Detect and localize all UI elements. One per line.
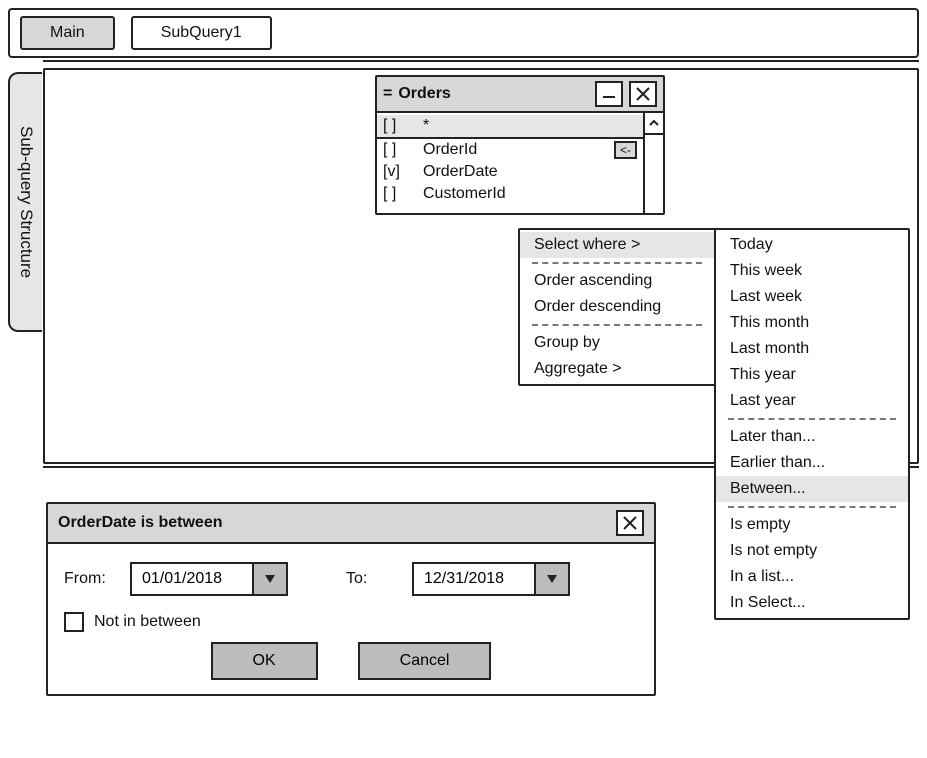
tab-subquery1[interactable]: SubQuery1 bbox=[131, 16, 272, 50]
cancel-button[interactable]: Cancel bbox=[358, 642, 492, 680]
checkbox-icon[interactable]: [ ] bbox=[383, 185, 417, 203]
scroll-track[interactable] bbox=[645, 135, 663, 213]
column-list: [ ] * [ ] OrderId <- [v] OrderDate bbox=[377, 113, 643, 213]
dialog-titlebar[interactable]: OrderDate is between bbox=[48, 504, 654, 544]
checkbox-icon[interactable]: [ ] bbox=[383, 117, 417, 135]
menu-today[interactable]: Today bbox=[716, 232, 908, 258]
column-scrollbar[interactable] bbox=[643, 113, 663, 213]
table-window-titlebar[interactable]: = Orders bbox=[377, 77, 663, 113]
primary-key-icon: <- bbox=[614, 141, 637, 159]
column-row-orderdate[interactable]: [v] OrderDate bbox=[377, 161, 643, 183]
menu-this-year[interactable]: This year bbox=[716, 362, 908, 388]
column-name: OrderDate bbox=[423, 163, 498, 181]
menu-earlier-than[interactable]: Earlier than... bbox=[716, 450, 908, 476]
to-date-input[interactable] bbox=[414, 564, 534, 594]
from-date-combo[interactable] bbox=[130, 562, 288, 596]
menu-separator bbox=[728, 506, 896, 508]
menu-order-ascending[interactable]: Order ascending bbox=[520, 268, 714, 294]
ok-button[interactable]: OK bbox=[211, 642, 318, 680]
column-row-customerid[interactable]: [ ] CustomerId bbox=[377, 183, 643, 205]
dropdown-icon[interactable] bbox=[252, 564, 286, 594]
menu-last-month[interactable]: Last month bbox=[716, 336, 908, 362]
menu-is-not-empty[interactable]: Is not empty bbox=[716, 538, 908, 564]
menu-separator bbox=[728, 418, 896, 420]
menu-separator bbox=[532, 262, 702, 264]
menu-in-select[interactable]: In Select... bbox=[716, 590, 908, 616]
menu-separator bbox=[532, 324, 702, 326]
menu-select-where[interactable]: Select where > bbox=[520, 232, 714, 258]
checkbox-icon[interactable]: [v] bbox=[383, 163, 417, 181]
checkbox-icon[interactable] bbox=[64, 612, 84, 632]
menu-last-week[interactable]: Last week bbox=[716, 284, 908, 310]
close-button[interactable] bbox=[629, 81, 657, 107]
from-date-input[interactable] bbox=[132, 564, 252, 594]
dropdown-icon[interactable] bbox=[534, 564, 568, 594]
dialog-close-button[interactable] bbox=[616, 510, 644, 536]
to-label: To: bbox=[346, 570, 398, 588]
column-row-orderid[interactable]: [ ] OrderId <- bbox=[377, 139, 643, 161]
column-name: * bbox=[423, 117, 429, 135]
between-dialog: OrderDate is between From: To: bbox=[46, 502, 656, 696]
tab-main[interactable]: Main bbox=[20, 16, 115, 50]
menu-in-a-list[interactable]: In a list... bbox=[716, 564, 908, 590]
menu-this-month[interactable]: This month bbox=[716, 310, 908, 336]
menu-order-descending[interactable]: Order descending bbox=[520, 294, 714, 320]
table-window-title: Orders bbox=[398, 85, 450, 103]
menu-is-empty[interactable]: Is empty bbox=[716, 512, 908, 538]
to-date-combo[interactable] bbox=[412, 562, 570, 596]
minimize-button[interactable] bbox=[595, 81, 623, 107]
column-name: OrderId bbox=[423, 141, 477, 159]
select-where-submenu: Today This week Last week This month Las… bbox=[714, 228, 910, 620]
collapse-icon: = bbox=[383, 85, 392, 103]
menu-last-year[interactable]: Last year bbox=[716, 388, 908, 414]
column-context-menu: Select where > Order ascending Order des… bbox=[518, 228, 716, 386]
dialog-title-text: OrderDate is between bbox=[58, 514, 223, 532]
menu-aggregate[interactable]: Aggregate > bbox=[520, 356, 714, 382]
not-in-between-checkbox[interactable]: Not in between bbox=[64, 612, 638, 632]
column-row-all[interactable]: [ ] * bbox=[377, 115, 643, 139]
scroll-up-icon[interactable] bbox=[645, 113, 663, 135]
menu-later-than[interactable]: Later than... bbox=[716, 424, 908, 450]
table-window-orders: = Orders [ ] * bbox=[375, 75, 665, 215]
query-tab-bar: Main SubQuery1 bbox=[8, 8, 919, 58]
menu-between[interactable]: Between... bbox=[716, 476, 908, 502]
from-label: From: bbox=[64, 570, 116, 588]
menu-this-week[interactable]: This week bbox=[716, 258, 908, 284]
checkbox-icon[interactable]: [ ] bbox=[383, 141, 417, 159]
subquery-structure-tab[interactable]: Sub-query Structure bbox=[8, 72, 42, 332]
checkbox-label: Not in between bbox=[94, 613, 201, 631]
menu-group-by[interactable]: Group by bbox=[520, 330, 714, 356]
column-name: CustomerId bbox=[423, 185, 506, 203]
